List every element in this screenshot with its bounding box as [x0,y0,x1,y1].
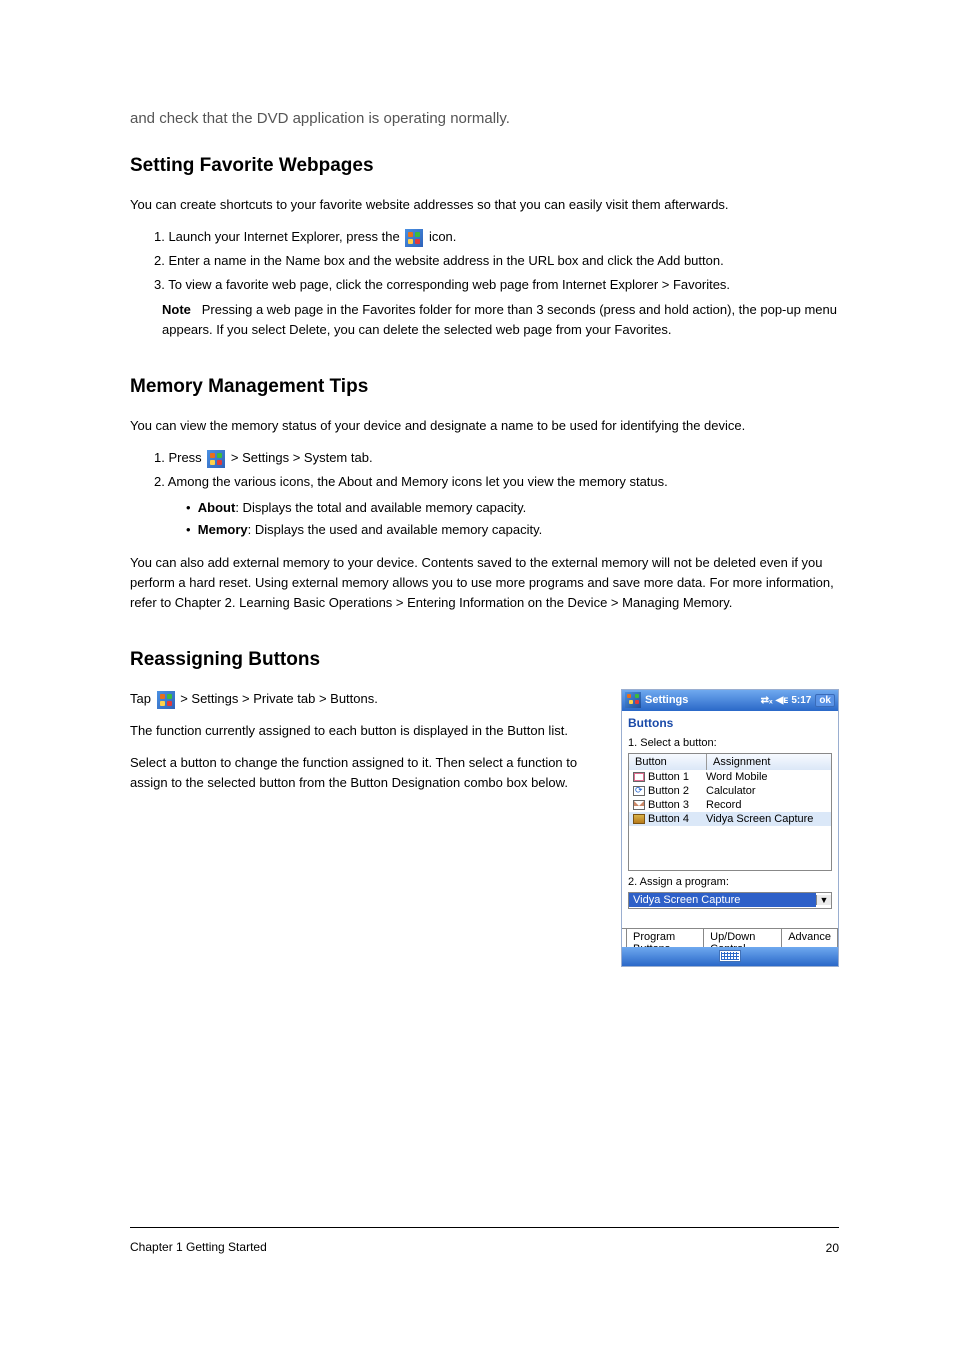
screenshot-title: Settings [645,694,757,706]
webpages-step-3: 3. To view a favorite web page, click th… [154,275,839,295]
step-1-pre: 1. Launch your Internet Explorer, press … [154,229,403,244]
document-page: and check that the DVD application is op… [0,0,954,1351]
bullet-about: • AboutAbout: Displays the total and ava… [186,498,839,518]
row-button-label: Button 1 [648,771,706,783]
keyboard-icon[interactable] [719,950,741,962]
volume-icon[interactable]: ◀ᴇ [776,695,789,706]
table-row[interactable]: Button 2 Calculator [629,784,831,798]
col-header-assignment: Assignment [707,754,831,770]
note-label: Note [162,302,191,317]
row-assignment: Record [706,799,827,811]
heading-favorite-webpages: Setting Favorite Webpages [130,155,839,177]
ok-button[interactable]: ok [815,694,835,707]
start-flag-icon [207,450,225,468]
buttons-p3: Select a button to change the function a… [130,753,597,793]
footer-chapter: Chapter 1 Getting Started [130,1240,267,1254]
screenshot-titlebar: Settings ⇄ₓ ◀ᴇ 5:17 ok [622,690,838,711]
select-value: Vidya Screen Capture [629,893,816,907]
table-header-row: Button Assignment [629,754,831,770]
select-button-label: 1. Select a button: [622,734,838,751]
screenshot-tabs: Program Buttons Up/Down Control Advance [622,928,838,947]
intro-text: and check that the DVD application is op… [130,110,839,127]
buttons-step-tap: Tap > Settings > Private tab > Buttons. [130,689,597,709]
buttons-tap-pre: Tap [130,691,155,706]
step-1-post: icon. [429,229,456,244]
status-area: ⇄ₓ ◀ᴇ 5:17 [761,695,812,706]
tab-advance[interactable]: Advance [781,929,838,947]
table-row[interactable]: Button 4 Vidya Screen Capture [629,812,831,826]
webpages-note: Note Pressing a web page in the Favorite… [162,300,839,340]
memory-extra: You can also add external memory to your… [130,553,839,613]
row-assignment: Calculator [706,785,827,797]
webpages-steps: 1. Launch your Internet Explorer, press … [154,227,839,295]
memory-step-1-pre: 1. Press [154,450,205,465]
heading-memory-tips: Memory Management Tips [130,376,839,398]
row-button-label: Button 2 [648,785,706,797]
chevron-down-icon[interactable]: ▼ [816,895,831,905]
start-flag-icon [157,691,175,709]
webpages-step-2: 2. Enter a name in the Name box and the … [154,251,839,271]
page-footer: Chapter 1 Getting Started 20 [130,1227,839,1256]
settings-screenshot: Settings ⇄ₓ ◀ᴇ 5:17 ok Buttons 1. Select… [621,689,839,967]
screenshot-bottombar [622,947,838,966]
connectivity-icon[interactable]: ⇄ₓ [761,695,773,706]
memory-description: You can view the memory status of your d… [130,416,839,436]
assign-program-label: 2. Assign a program: [622,873,838,890]
heading-reassign-buttons: Reassigning Buttons [130,649,839,671]
tile-icon [633,814,645,824]
sync-icon [633,786,645,796]
webpages-step-1: 1. Launch your Internet Explorer, press … [154,227,839,247]
memory-steps: 1. Press > Settings > System tab. 2. Amo… [154,448,839,492]
col-header-button: Button [629,754,707,770]
table-row[interactable]: Button 1 Word Mobile [629,770,831,784]
calendar-icon [633,772,645,782]
row-assignment: Vidya Screen Capture [706,813,827,825]
assign-program-select[interactable]: Vidya Screen Capture ▼ [628,892,832,909]
screenshot-section-heading: Buttons [622,711,838,734]
buttons-two-column: Tap > Settings > Private tab > Buttons. … [130,689,839,967]
tab-updown-control[interactable]: Up/Down Control [703,929,782,947]
buttons-p2: The function currently assigned to each … [130,721,597,741]
clock-time: 5:17 [791,695,811,706]
row-assignment: Word Mobile [706,771,827,783]
start-flag-icon[interactable] [625,692,641,708]
row-button-label: Button 3 [648,799,706,811]
start-flag-icon [405,229,423,247]
memory-step-1-post: > Settings > System tab. [231,450,373,465]
note-body [195,302,199,317]
footer-separator [130,1227,839,1228]
envelope-icon [633,800,645,810]
button-table: Button Assignment Button 1 Word Mobile B… [628,753,832,871]
buttons-tap-post: > Settings > Private tab > Buttons. [180,691,378,706]
tab-program-buttons[interactable]: Program Buttons [626,929,704,947]
table-row[interactable]: Button 3 Record [629,798,831,812]
bullet-memory: • MemoryMemory: Displays the used and av… [186,520,839,540]
memory-step-2: 2. Among the various icons, the About an… [154,472,839,492]
note-text: Pressing a web page in the Favorites fol… [162,302,837,337]
footer-page-number: 20 [826,1241,839,1255]
webpages-description: You can create shortcuts to your favorit… [130,195,839,215]
memory-step-1: 1. Press > Settings > System tab. [154,448,839,468]
row-button-label: Button 4 [648,813,706,825]
